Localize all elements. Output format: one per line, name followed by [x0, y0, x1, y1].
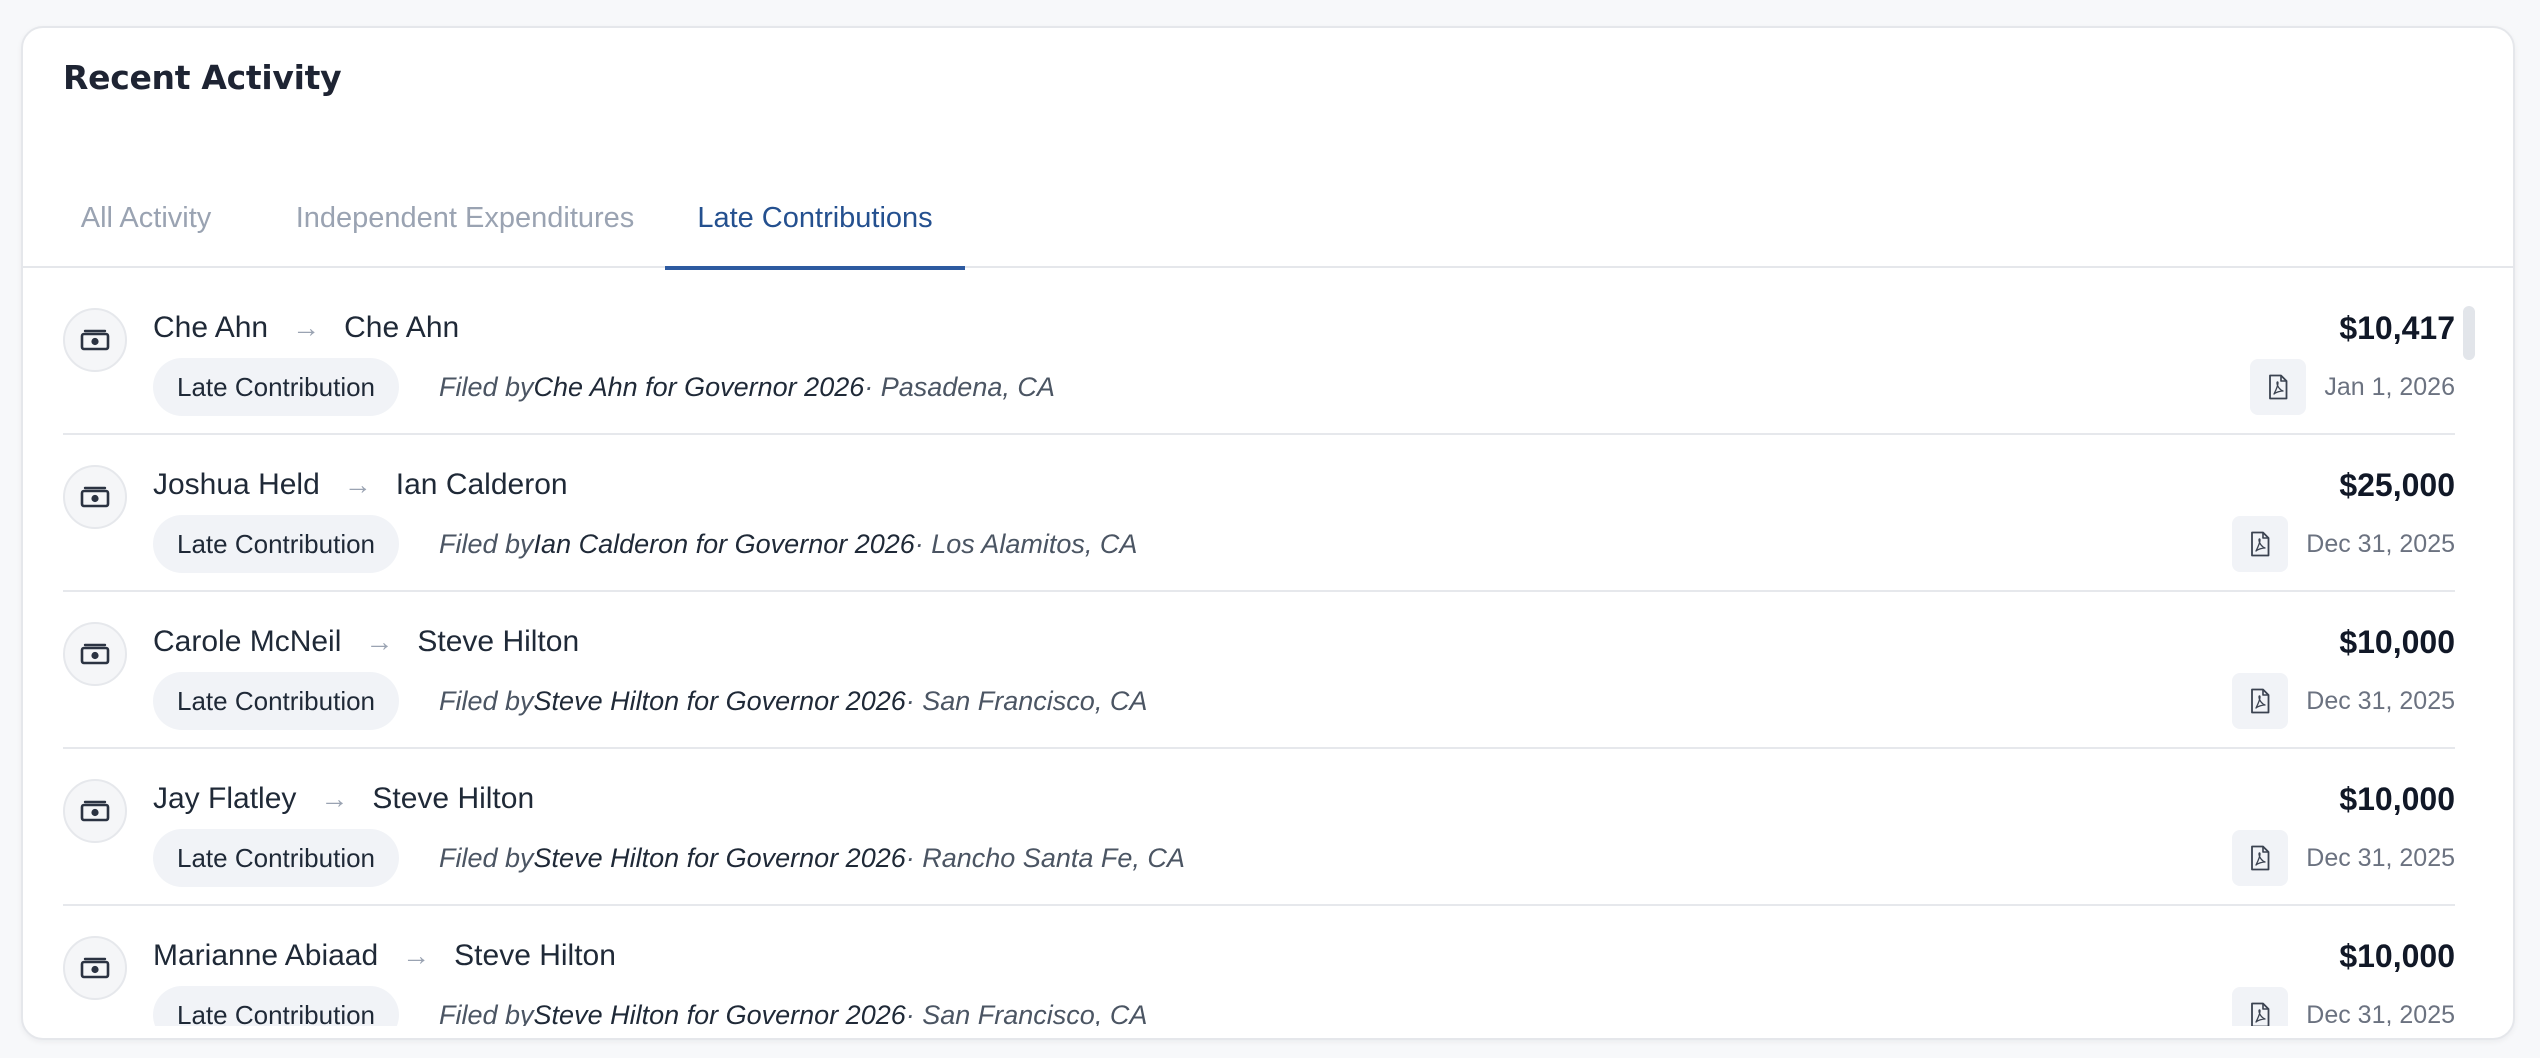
recipient-name[interactable]: Steve Hilton [372, 782, 534, 816]
filer-location: · San Francisco, CA [905, 999, 1148, 1027]
contributor-name[interactable]: Che Ahn [153, 311, 268, 345]
activity-type-badge: Late Contribution [153, 672, 400, 730]
arrow-right-icon: → [292, 312, 321, 343]
activity-type-badge: Late Contribution [153, 986, 400, 1026]
row-meta: Jan 1, 2026 [2250, 358, 2455, 416]
filer-location: · Los Alamitos, CA [914, 528, 1138, 559]
money-icon [63, 779, 127, 843]
money-icon [63, 936, 127, 1000]
arrow-right-icon: → [320, 783, 349, 814]
activity-tabs: All Activity Independent Expenditures La… [23, 168, 2513, 270]
contribution-amount: $10,000 [2339, 937, 2455, 974]
activity-list[interactable]: Che Ahn → Che Ahn Late Contribution File… [63, 278, 2455, 1026]
recipient-name[interactable]: Ian Calderon [396, 468, 568, 502]
filed-by-prefix: Filed by [439, 842, 534, 873]
pdf-icon[interactable] [2232, 830, 2289, 886]
committee-name[interactable]: Steve Hilton for Governor 2026 [534, 843, 906, 874]
arrow-right-icon: → [343, 469, 372, 500]
tab-independent-expenditures[interactable]: Independent Expenditures [267, 168, 663, 268]
filed-by-text: Filed by Steve Hilton for Governor 2026 … [439, 829, 1185, 887]
filed-by-text: Filed by Ian Calderon for Governor 2026 … [439, 515, 1137, 573]
activity-row[interactable]: Marianne Abiaad → Steve Hilton Late Cont… [63, 906, 2455, 1026]
pdf-icon[interactable] [2250, 359, 2307, 415]
recipient-name[interactable]: Steve Hilton [454, 939, 616, 973]
activity-type-badge: Late Contribution [153, 829, 400, 887]
contributor-name[interactable]: Jay Flatley [153, 782, 296, 816]
activity-row[interactable]: Che Ahn → Che Ahn Late Contribution File… [63, 278, 2455, 435]
recent-activity-card: Recent Activity All Activity Independent… [21, 26, 2515, 1040]
contributor-name[interactable]: Joshua Held [153, 468, 320, 502]
activity-type-badge: Late Contribution [153, 515, 400, 573]
contribution-amount: $25,000 [2339, 466, 2455, 503]
contribution-parties: Jay Flatley → Steve Hilton [153, 779, 534, 819]
filer-location: · San Francisco, CA [905, 685, 1148, 716]
contribution-parties: Che Ahn → Che Ahn [153, 308, 459, 348]
card-title: Recent Activity [63, 58, 342, 97]
row-meta: Dec 31, 2025 [2232, 515, 2455, 573]
filing-date: Dec 31, 2025 [2306, 843, 2455, 872]
filed-by-text: Filed by Steve Hilton for Governor 2026 … [439, 672, 1147, 730]
activity-row[interactable]: Carole McNeil → Steve Hilton Late Contri… [63, 592, 2455, 749]
money-icon [63, 308, 127, 372]
filing-date: Dec 31, 2025 [2306, 529, 2455, 558]
contribution-amount: $10,000 [2339, 780, 2455, 817]
filed-by-text: Filed by Che Ahn for Governor 2026 · Pas… [439, 358, 1055, 416]
committee-name[interactable]: Che Ahn for Governor 2026 [534, 372, 865, 403]
filed-by-text: Filed by Steve Hilton for Governor 2026 … [439, 986, 1148, 1027]
committee-name[interactable]: Steve Hilton for Governor 2026 [534, 1000, 906, 1027]
filed-by-prefix: Filed by [439, 528, 534, 559]
contribution-parties: Marianne Abiaad → Steve Hilton [153, 936, 616, 976]
money-icon [63, 622, 127, 686]
tab-late-contributions[interactable]: Late Contributions [665, 168, 965, 270]
activity-row[interactable]: Jay Flatley → Steve Hilton Late Contribu… [63, 749, 2455, 906]
filing-date: Jan 1, 2026 [2324, 372, 2455, 401]
arrow-right-icon: → [402, 940, 431, 971]
contributor-name[interactable]: Marianne Abiaad [153, 939, 378, 973]
recipient-name[interactable]: Che Ahn [344, 311, 459, 345]
arrow-right-icon: → [365, 626, 394, 657]
filed-by-prefix: Filed by [439, 685, 534, 716]
pdf-icon[interactable] [2232, 987, 2289, 1026]
filing-date: Dec 31, 2025 [2306, 686, 2455, 715]
filing-date: Dec 31, 2025 [2306, 1000, 2455, 1027]
row-meta: Dec 31, 2025 [2232, 986, 2455, 1026]
contribution-parties: Carole McNeil → Steve Hilton [153, 622, 579, 662]
row-meta: Dec 31, 2025 [2232, 829, 2455, 887]
row-meta: Dec 31, 2025 [2232, 672, 2455, 730]
money-icon [63, 465, 127, 529]
contribution-amount: $10,417 [2339, 309, 2455, 346]
contributor-name[interactable]: Carole McNeil [153, 625, 341, 659]
committee-name[interactable]: Ian Calderon for Governor 2026 [534, 529, 915, 560]
tab-all-activity[interactable]: All Activity [57, 168, 235, 268]
filed-by-prefix: Filed by [439, 999, 534, 1027]
committee-name[interactable]: Steve Hilton for Governor 2026 [534, 686, 906, 717]
pdf-icon[interactable] [2232, 516, 2289, 572]
filed-by-prefix: Filed by [439, 371, 534, 402]
activity-type-badge: Late Contribution [153, 358, 400, 416]
filer-location: · Rancho Santa Fe, CA [905, 842, 1185, 873]
contribution-amount: $10,000 [2339, 623, 2455, 660]
filer-location: · Pasadena, CA [864, 371, 1055, 402]
pdf-icon[interactable] [2232, 673, 2289, 729]
activity-row[interactable]: Joshua Held → Ian Calderon Late Contribu… [63, 435, 2455, 592]
contribution-parties: Joshua Held → Ian Calderon [153, 465, 568, 505]
recipient-name[interactable]: Steve Hilton [417, 625, 579, 659]
list-scrollbar[interactable] [2463, 306, 2475, 360]
